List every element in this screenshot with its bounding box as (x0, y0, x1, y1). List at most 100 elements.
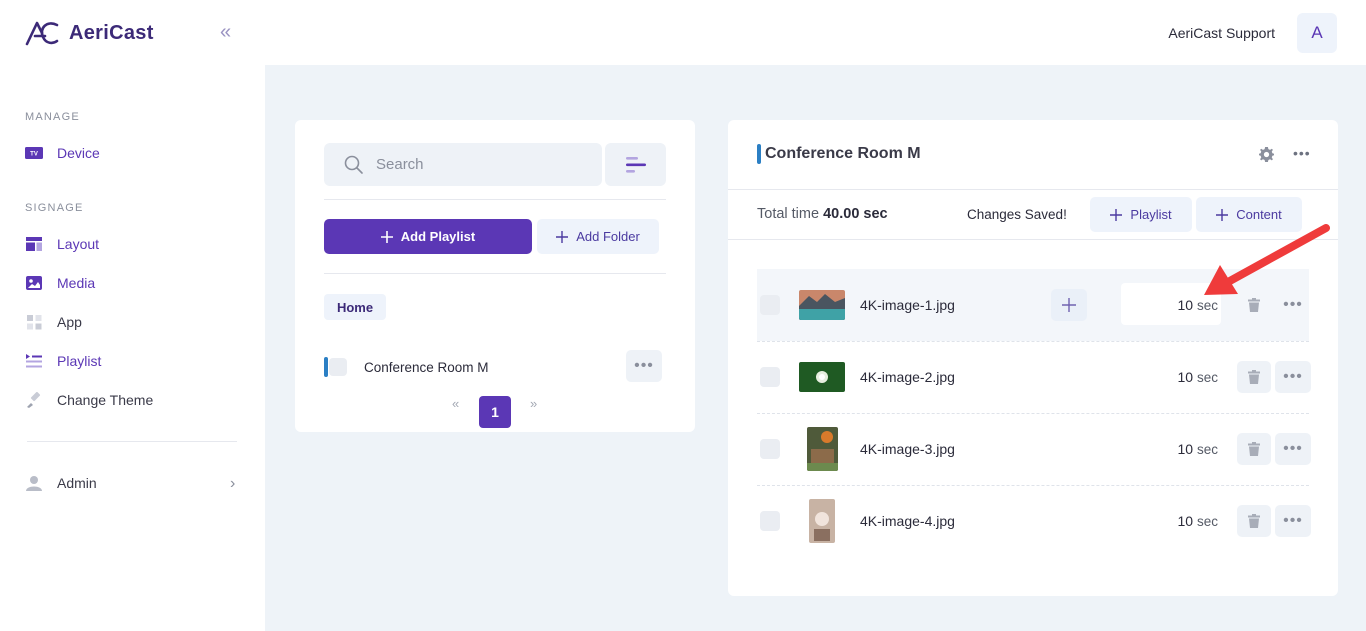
duration-unit: sec (1196, 442, 1218, 457)
sidebar-item-layout[interactable]: Layout (25, 235, 99, 253)
manage-section-label: MANAGE (25, 111, 80, 123)
sidebar: AeriCast « MANAGE TV Device SIGNAGE Layo… (0, 0, 265, 631)
playlist-title-text: Conference Room M (765, 145, 921, 162)
more-horizontal-icon: ••• (1283, 512, 1303, 529)
chevron-right-icon[interactable]: › (230, 475, 235, 493)
duration-value: 10 (1177, 441, 1194, 457)
plus-icon (1062, 298, 1076, 312)
duration-unit: sec (1196, 514, 1218, 529)
file-name: 4K-image-2.jpg (860, 369, 955, 385)
playlist-title: Conference Room M (757, 144, 921, 164)
sidebar-item-label: Admin (57, 475, 97, 491)
row-more-button[interactable]: ••• (1275, 433, 1311, 465)
row-more-button[interactable]: ••• (1275, 361, 1311, 393)
row-checkbox[interactable] (760, 367, 780, 387)
more-horizontal-icon: ••• (1283, 440, 1303, 457)
paint-brush-icon (25, 391, 43, 409)
delete-button[interactable] (1237, 361, 1271, 393)
row-checkbox[interactable] (760, 439, 780, 459)
playlist-detail-panel: Conference Room M ••• Total time 40.00 s… (728, 120, 1338, 596)
aericast-logo-icon (25, 21, 59, 46)
playlist-icon (25, 352, 43, 370)
trash-icon (1248, 442, 1260, 456)
delete-button[interactable] (1237, 433, 1271, 465)
divider (728, 189, 1338, 190)
search-input[interactable] (376, 156, 576, 173)
sidebar-item-admin[interactable]: Admin (25, 474, 97, 492)
sort-icon (625, 156, 646, 173)
add-playlist-item-button[interactable]: Playlist (1090, 197, 1192, 232)
plus-icon (556, 230, 569, 243)
annotation-arrow-icon (1204, 224, 1330, 295)
content-row[interactable]: 4K-image-2.jpg 10 sec ••• (757, 341, 1311, 413)
total-time-label: Total time (757, 206, 820, 222)
playlist-list-item[interactable]: Conference Room M (324, 357, 489, 377)
avatar[interactable]: A (1297, 13, 1337, 53)
brand-logo[interactable]: AeriCast (25, 20, 154, 46)
gear-icon[interactable] (1259, 147, 1274, 162)
duration[interactable]: 10 sec (1178, 441, 1218, 457)
add-to-row-button[interactable] (1051, 289, 1087, 321)
thumbnail-image (809, 499, 835, 543)
layout-icon (25, 235, 43, 253)
playlists-panel: Add Playlist Add Folder Home Conference … (295, 120, 695, 432)
sidebar-item-label: Media (57, 275, 96, 291)
add-playlist-button[interactable]: Add Playlist (324, 219, 532, 254)
tv-icon: TV (25, 144, 43, 162)
breadcrumb-home[interactable]: Home (324, 294, 386, 320)
trash-icon (1248, 370, 1260, 384)
content-row[interactable]: 4K-image-3.jpg 10 sec ••• (757, 413, 1311, 485)
add-folder-button[interactable]: Add Folder (537, 219, 659, 254)
playlist-more-button[interactable]: ••• (626, 350, 662, 382)
sidebar-item-device[interactable]: TV Device (25, 144, 100, 162)
sidebar-item-playlist[interactable]: Playlist (25, 352, 101, 370)
row-more-button[interactable]: ••• (1275, 505, 1311, 537)
sidebar-item-app[interactable]: App (25, 313, 82, 331)
playlist-checkbox[interactable] (324, 357, 348, 377)
sidebar-item-change-theme[interactable]: Change Theme (25, 391, 153, 409)
sidebar-item-label: Playlist (57, 353, 102, 369)
sidebar-divider (27, 441, 237, 442)
duration[interactable]: 10 sec (1178, 513, 1218, 529)
tv-badge-text: TV (30, 152, 38, 158)
thumbnail-image (799, 362, 845, 392)
brand-name: AeriCast (69, 21, 154, 44)
divider (324, 199, 666, 200)
plus-icon (1110, 208, 1123, 221)
content-row[interactable]: 4K-image-4.jpg 10 sec ••• (757, 485, 1311, 557)
divider (324, 273, 666, 274)
sidebar-item-label: Device (57, 145, 100, 161)
duration-unit: sec (1196, 370, 1218, 385)
thumbnail-image (799, 290, 845, 320)
delete-button[interactable] (1237, 505, 1271, 537)
image-icon (25, 274, 43, 292)
sidebar-item-label: Change Theme (57, 392, 154, 408)
search-box[interactable] (324, 143, 602, 186)
add-playlist-label: Add Playlist (400, 229, 476, 244)
pagination-next[interactable]: » (530, 396, 537, 411)
user-icon (25, 474, 43, 492)
row-checkbox[interactable] (760, 295, 780, 315)
file-name: 4K-image-4.jpg (860, 513, 955, 529)
collapse-sidebar-icon[interactable]: « (220, 22, 231, 42)
add-playlist-item-label: Playlist (1130, 207, 1172, 222)
more-horizontal-icon: ••• (634, 357, 654, 374)
file-name: 4K-image-1.jpg (860, 297, 955, 313)
trash-icon (1248, 514, 1260, 528)
save-status: Changes Saved! (967, 207, 1067, 222)
sidebar-item-label: App (57, 314, 82, 330)
pagination-prev[interactable]: « (452, 396, 459, 411)
playlist-name: Conference Room M (364, 359, 489, 375)
file-name: 4K-image-3.jpg (860, 441, 955, 457)
plus-icon (380, 230, 393, 243)
sidebar-item-media[interactable]: Media (25, 274, 95, 292)
total-time: Total time 40.00 sec (757, 206, 888, 222)
pagination-current-page[interactable]: 1 (479, 396, 511, 428)
duration[interactable]: 10 sec (1178, 369, 1218, 385)
user-name[interactable]: AeriCast Support (1168, 25, 1275, 41)
row-checkbox[interactable] (760, 511, 780, 531)
more-horizontal-icon[interactable]: ••• (1293, 145, 1311, 161)
apps-grid-icon (25, 313, 43, 331)
more-horizontal-icon: ••• (1283, 368, 1303, 385)
sort-button[interactable] (605, 143, 666, 186)
